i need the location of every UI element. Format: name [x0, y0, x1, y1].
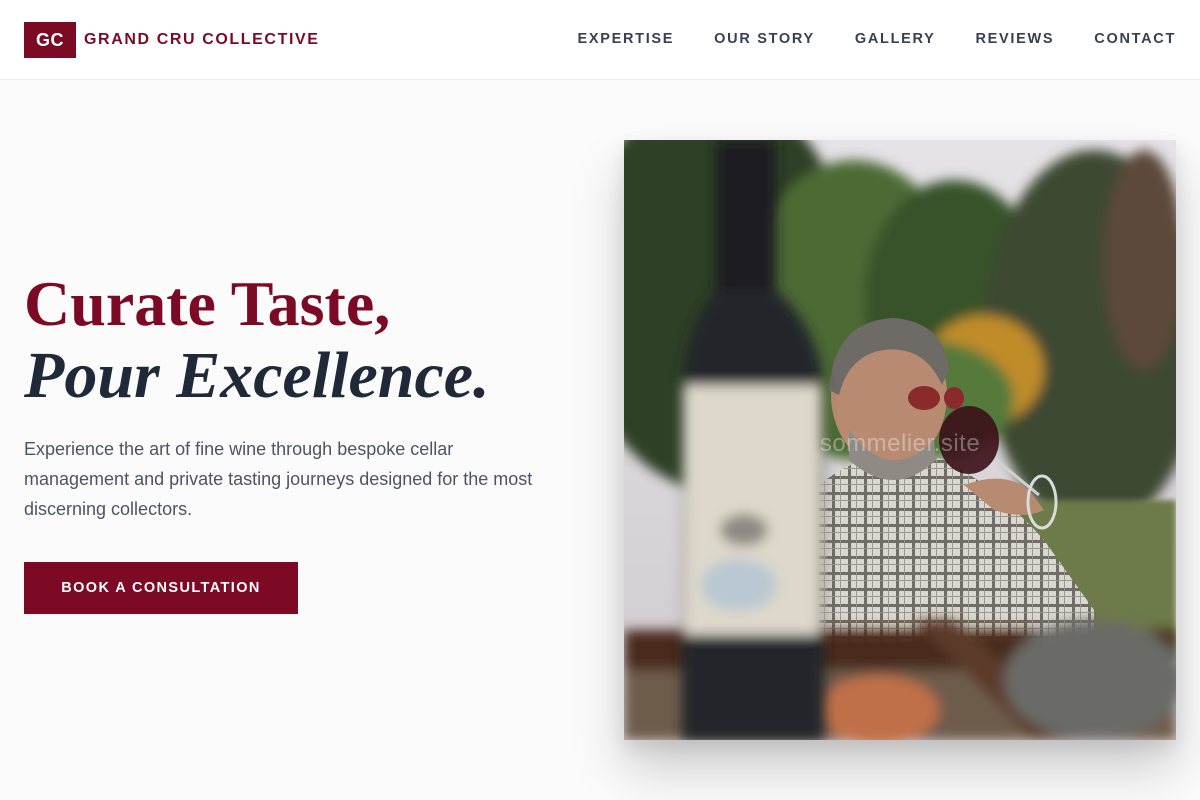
hero-image: sommelier.site [624, 140, 1176, 740]
nav-gallery[interactable]: GALLERY [855, 29, 936, 49]
image-watermark: sommelier.site [819, 430, 981, 457]
nav-expertise[interactable]: EXPERTISE [577, 29, 674, 49]
logo-link[interactable]: GC GRAND CRU COLLECTIVE [24, 22, 320, 58]
book-consultation-button[interactable]: BOOK A CONSULTATION [24, 562, 298, 614]
nav-our-story[interactable]: OUR STORY [714, 29, 815, 49]
main-nav: EXPERTISE OUR STORY GALLERY REVIEWS CONT… [577, 29, 1176, 49]
headline-line-2: Pour Excellence. [24, 339, 490, 412]
nav-reviews[interactable]: REVIEWS [976, 29, 1055, 49]
hero-lead-text: Experience the art of fine wine through … [24, 439, 533, 519]
logo-mark: GC [24, 22, 76, 58]
site-header: GC GRAND CRU COLLECTIVE EXPERTISE OUR ST… [0, 0, 1200, 80]
headline-line-1: Curate Taste, [24, 268, 391, 339]
brand-name: GRAND CRU COLLECTIVE [84, 31, 320, 48]
hero-headline: Curate Taste, Pour Excellence. [24, 268, 584, 412]
nav-contact[interactable]: CONTACT [1094, 29, 1176, 49]
